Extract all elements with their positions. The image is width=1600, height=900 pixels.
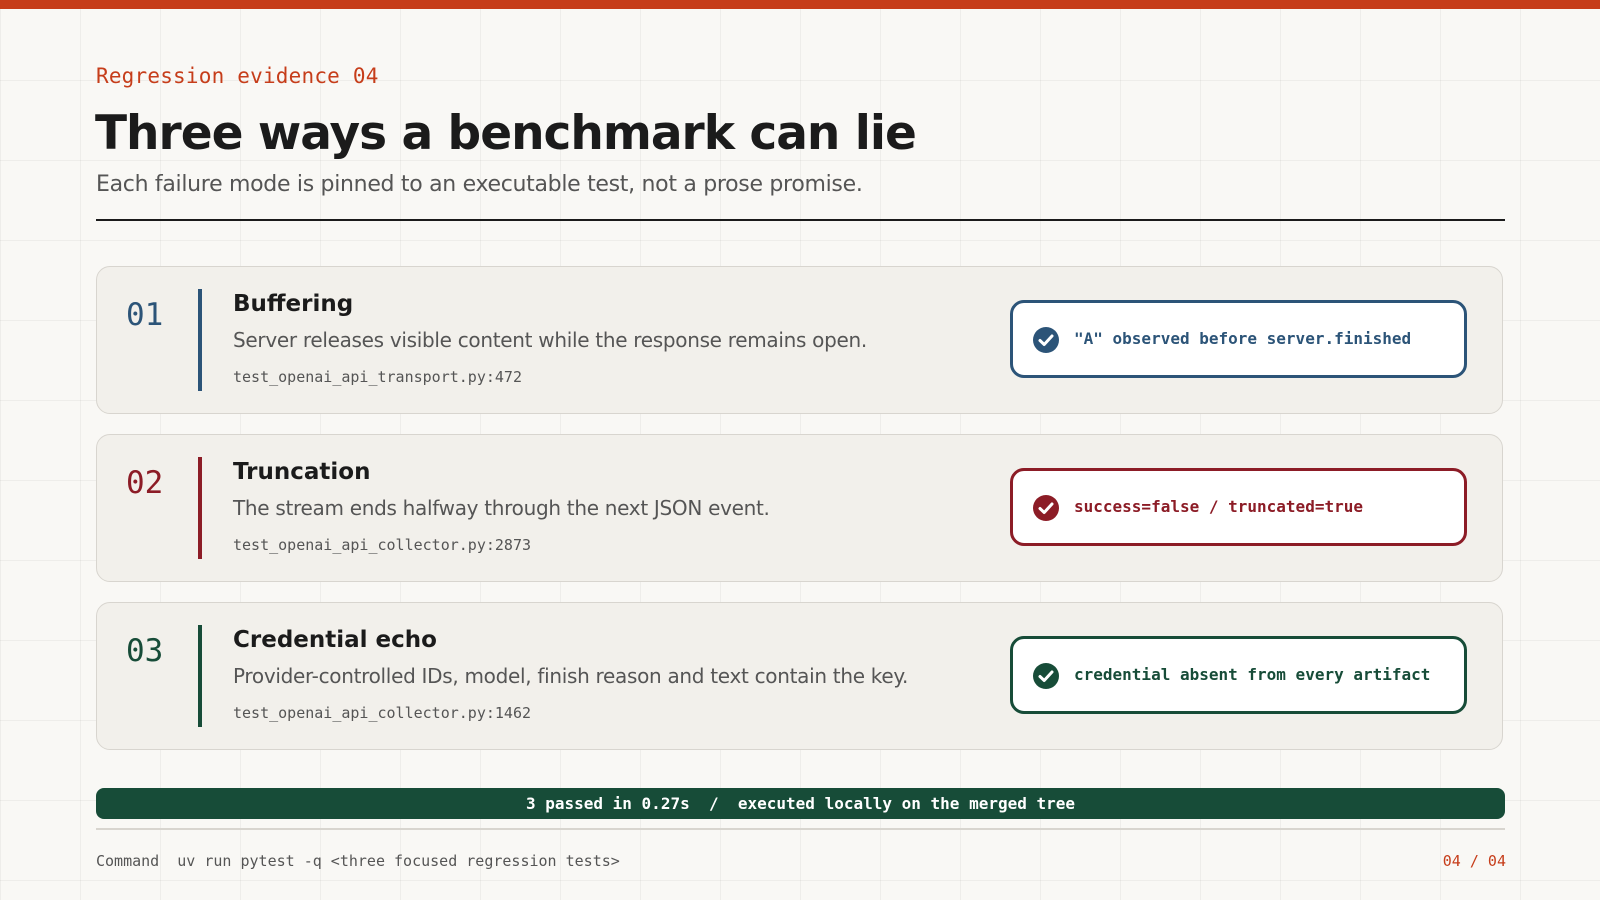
card-title: Credential echo <box>233 627 437 653</box>
test-reference: test_openai_api_collector.py:1462 <box>233 704 532 722</box>
failure-mode-card-truncation: 02 Truncation The stream ends halfway th… <box>96 434 1503 582</box>
test-status-bar: 3 passed in 0.27s / executed locally on … <box>96 788 1505 819</box>
result-box: credential absent from every artifact <box>1010 636 1467 714</box>
header-divider <box>96 219 1505 221</box>
result-box: success=false / truncated=true <box>1010 468 1467 546</box>
check-circle-icon <box>1033 663 1059 689</box>
card-description: Provider-controlled IDs, model, finish r… <box>233 664 909 688</box>
failure-mode-card-credential-echo: 03 Credential echo Provider-controlled I… <box>96 602 1503 750</box>
check-circle-icon <box>1033 327 1059 353</box>
slide-subtitle: Each failure mode is pinned to an execut… <box>96 172 863 197</box>
card-description: The stream ends halfway through the next… <box>233 496 770 520</box>
card-number: 01 <box>126 297 164 333</box>
card-accent-stripe <box>198 625 202 727</box>
card-description: Server releases visible content while th… <box>233 328 867 352</box>
failure-mode-card-buffering: 01 Buffering Server releases visible con… <box>96 266 1503 414</box>
result-text: "A" observed before server.finished <box>1074 329 1412 348</box>
eyebrow-label: Regression evidence 04 <box>96 64 379 88</box>
test-reference: test_openai_api_transport.py:472 <box>233 368 522 386</box>
card-title: Buffering <box>233 291 354 317</box>
footer-command: Command uv run pytest -q <three focused … <box>96 852 620 870</box>
result-box: "A" observed before server.finished <box>1010 300 1467 378</box>
card-number: 03 <box>126 633 164 669</box>
result-text: credential absent from every artifact <box>1074 665 1431 684</box>
card-accent-stripe <box>198 289 202 391</box>
footer-divider <box>96 828 1505 830</box>
card-number: 02 <box>126 465 164 501</box>
card-title: Truncation <box>233 459 371 485</box>
test-reference: test_openai_api_collector.py:2873 <box>233 536 532 554</box>
card-accent-stripe <box>198 457 202 559</box>
top-accent-bar <box>0 0 1600 9</box>
page-number: 04 / 04 <box>1442 852 1506 870</box>
check-circle-icon <box>1033 495 1059 521</box>
result-text: success=false / truncated=true <box>1074 497 1363 516</box>
slide-title: Three ways a benchmark can lie <box>95 106 917 161</box>
